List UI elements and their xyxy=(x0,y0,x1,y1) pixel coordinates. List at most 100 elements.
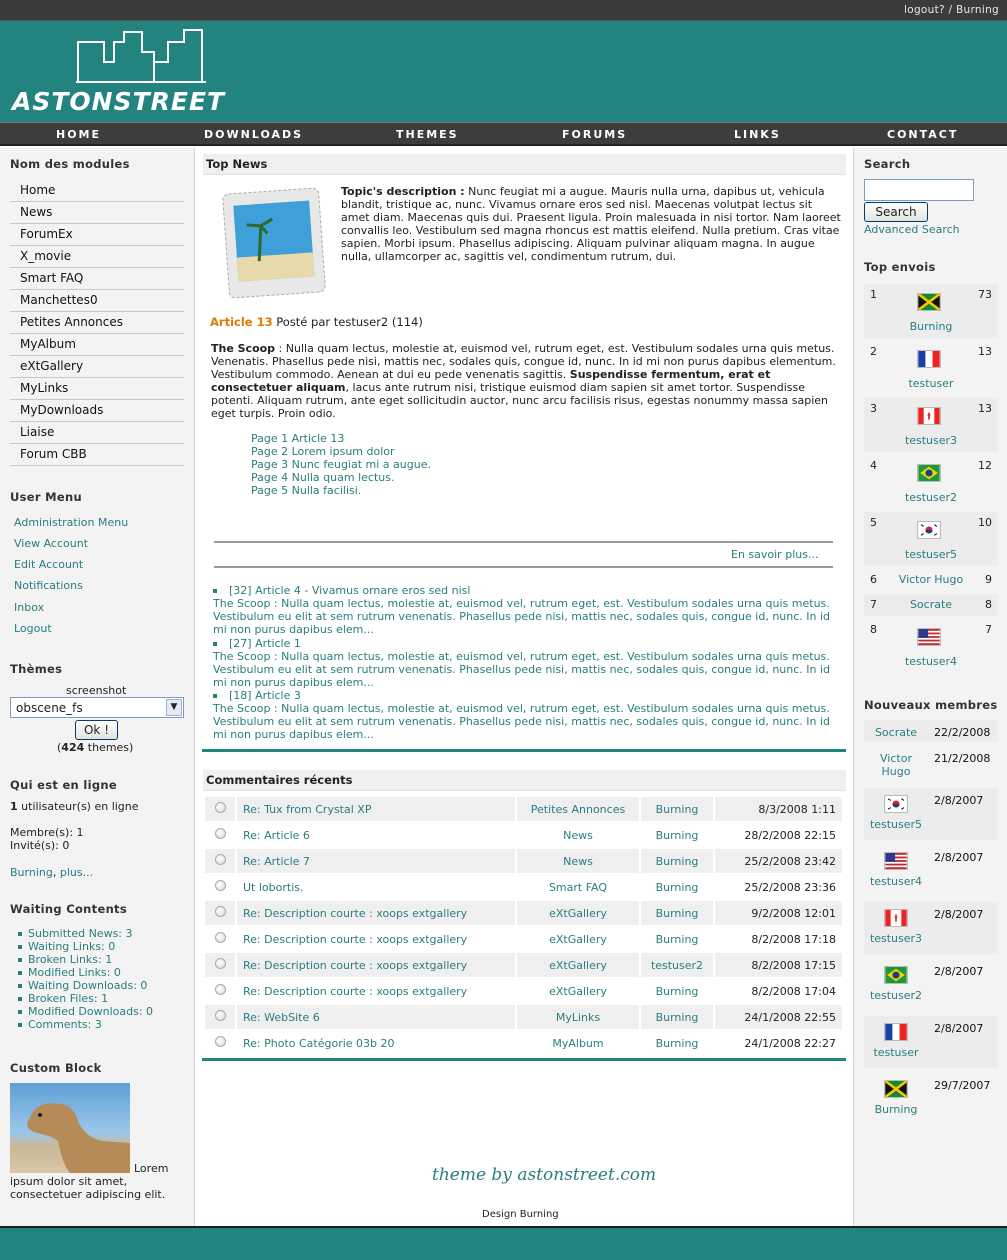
waiting-item[interactable]: Broken Links: 1 xyxy=(18,953,153,966)
waiting-item[interactable]: Modified Links: 0 xyxy=(18,966,153,979)
comment-title-link[interactable]: Ut lobortis. xyxy=(243,881,303,894)
module-item[interactable]: Smart FAQ xyxy=(10,268,184,290)
nav-forums[interactable]: FORUMS xyxy=(562,128,627,141)
top-poster-user[interactable]: testuser xyxy=(864,377,998,390)
search-button[interactable]: Search xyxy=(864,202,928,222)
top-poster-user[interactable]: testuser5 xyxy=(864,548,998,561)
module-item[interactable]: Liaise xyxy=(10,422,184,444)
new-member-user[interactable]: testuser4 xyxy=(864,875,928,888)
comment-module-link[interactable]: eXtGallery xyxy=(549,959,607,972)
waiting-item[interactable]: Comments: 3 xyxy=(18,1018,153,1031)
waiting-item[interactable]: Modified Downloads: 0 xyxy=(18,1005,153,1018)
comment-title-link[interactable]: Re: Description courte : xoops extgaller… xyxy=(243,959,467,972)
new-member-user[interactable]: testuser xyxy=(864,1046,928,1059)
module-item[interactable]: MyDownloads xyxy=(10,400,184,422)
module-item[interactable]: ForumEx xyxy=(10,224,184,246)
module-item[interactable]: Home xyxy=(10,180,184,202)
logout-link[interactable]: logout? xyxy=(904,4,945,16)
comment-module-link[interactable]: Smart FAQ xyxy=(549,881,607,894)
comment-title-link[interactable]: Re: Description courte : xoops extgaller… xyxy=(243,933,467,946)
topbar-user-link[interactable]: Burning xyxy=(956,4,999,16)
theme-ok-button[interactable]: Ok ! xyxy=(75,720,118,740)
comment-user-link[interactable]: Burning xyxy=(656,1011,699,1024)
user-menu-edit-account[interactable]: Edit Account xyxy=(14,558,83,571)
comment-title-link[interactable]: Re: Tux from Crystal XP xyxy=(243,803,371,816)
waiting-item[interactable]: Broken Files: 1 xyxy=(18,992,153,1005)
module-item[interactable]: eXtGallery xyxy=(10,356,184,378)
online-more-link[interactable]: plus... xyxy=(60,866,93,879)
comment-user-link[interactable]: Burning xyxy=(656,1037,699,1050)
nav-links[interactable]: LINKS xyxy=(734,128,781,141)
new-member-user[interactable]: Socrate xyxy=(864,726,928,739)
top-poster-user[interactable]: Socrate xyxy=(864,598,998,611)
article-title-link[interactable]: Article 13 xyxy=(210,315,273,329)
top-poster-user[interactable]: testuser4 xyxy=(864,655,998,668)
advanced-search-link[interactable]: Advanced Search xyxy=(864,223,960,236)
comment-module-link[interactable]: eXtGallery xyxy=(549,933,607,946)
comment-title-link[interactable]: Re: Article 7 xyxy=(243,855,310,868)
online-user-link[interactable]: Burning xyxy=(10,866,53,879)
nav-themes[interactable]: THEMES xyxy=(396,128,459,141)
comment-module-link[interactable]: News xyxy=(563,855,593,868)
waiting-item[interactable]: Submitted News: 3 xyxy=(18,927,153,940)
new-member-user[interactable]: testuser2 xyxy=(864,989,928,1002)
nav-home[interactable]: HOME xyxy=(56,128,101,141)
new-member-user[interactable]: Victor Hugo xyxy=(864,752,928,778)
comment-user-link[interactable]: Burning xyxy=(656,881,699,894)
comment-module-link[interactable]: eXtGallery xyxy=(549,985,607,998)
comment-user-link[interactable]: Burning xyxy=(656,855,699,868)
comment-module-link[interactable]: MyLinks xyxy=(556,1011,600,1024)
module-item[interactable]: Manchettes0 xyxy=(10,290,184,312)
nav-downloads[interactable]: DOWNLOADS xyxy=(204,128,303,141)
comment-module-link[interactable]: News xyxy=(563,829,593,842)
module-item[interactable]: X_movie xyxy=(10,246,184,268)
comment-title-link[interactable]: Re: Article 6 xyxy=(243,829,310,842)
page-link[interactable]: Page 3 Nunc feugiat mi a augue. xyxy=(251,458,431,471)
article-summary-head[interactable]: [18] Article 3 xyxy=(213,689,839,702)
article-summary-title[interactable]: Article 4 - Vivamus ornare eros sed nisl xyxy=(255,584,470,597)
comment-title-link[interactable]: Re: WebSite 6 xyxy=(243,1011,320,1024)
user-menu-view-account[interactable]: View Account xyxy=(14,537,88,550)
article-summary-title[interactable]: Article 1 xyxy=(255,637,301,650)
module-item[interactable]: MyAlbum xyxy=(10,334,184,356)
new-member-user[interactable]: testuser5 xyxy=(864,818,928,831)
user-menu-admin[interactable]: Administration Menu xyxy=(14,516,128,529)
comment-user-link[interactable]: Burning xyxy=(656,907,699,920)
waiting-item[interactable]: Waiting Downloads: 0 xyxy=(18,979,153,992)
comment-user-link[interactable]: Burning xyxy=(656,829,699,842)
top-poster-user[interactable]: Victor Hugo xyxy=(864,573,998,586)
theme-select[interactable]: obscene_fs ▼ xyxy=(10,697,184,718)
nav-contact[interactable]: CONTACT xyxy=(887,128,958,141)
page-link[interactable]: Page 1 Article 13 xyxy=(251,432,431,445)
module-item[interactable]: MyLinks xyxy=(10,378,184,400)
comment-user-link[interactable]: testuser2 xyxy=(651,959,703,972)
page-link[interactable]: Page 5 Nulla facilisi. xyxy=(251,484,431,497)
comment-title-link[interactable]: Re: Photo Catégorie 03b 20 xyxy=(243,1037,395,1050)
comment-title-link[interactable]: Re: Description courte : xoops extgaller… xyxy=(243,985,467,998)
module-item[interactable]: Forum CBB xyxy=(10,444,184,466)
comment-user-link[interactable]: Burning xyxy=(656,985,699,998)
article-summary-head[interactable]: [27] Article 1 xyxy=(213,637,839,650)
module-item[interactable]: Petites Annonces xyxy=(10,312,184,334)
comment-module-link[interactable]: eXtGallery xyxy=(549,907,607,920)
page-link[interactable]: Page 4 Nulla quam lectus. xyxy=(251,471,431,484)
chevron-down-icon[interactable]: ▼ xyxy=(166,699,182,716)
user-menu-notifications[interactable]: Notifications xyxy=(14,579,83,592)
user-menu-inbox[interactable]: Inbox xyxy=(14,601,44,614)
new-member-user[interactable]: testuser3 xyxy=(864,932,928,945)
top-poster-user[interactable]: Burning xyxy=(864,320,998,333)
top-poster-user[interactable]: testuser3 xyxy=(864,434,998,447)
comment-title-link[interactable]: Re: Description courte : xoops extgaller… xyxy=(243,907,467,920)
article-summary-title[interactable]: Article 3 xyxy=(255,689,301,702)
comment-user-link[interactable]: Burning xyxy=(656,933,699,946)
comment-module-link[interactable]: MyAlbum xyxy=(552,1037,603,1050)
top-poster-user[interactable]: testuser2 xyxy=(864,491,998,504)
article-summary-head[interactable]: [32] Article 4 - Vivamus ornare eros sed… xyxy=(213,584,839,597)
new-member-user[interactable]: Burning xyxy=(864,1103,928,1116)
site-logo[interactable]: ASTONSTREET xyxy=(12,87,225,116)
waiting-item[interactable]: Waiting Links: 0 xyxy=(18,940,153,953)
read-more-link[interactable]: En savoir plus... xyxy=(731,548,818,561)
comment-module-link[interactable]: Petites Annonces xyxy=(531,803,625,816)
page-link[interactable]: Page 2 Lorem ipsum dolor xyxy=(251,445,431,458)
comment-user-link[interactable]: Burning xyxy=(656,803,699,816)
